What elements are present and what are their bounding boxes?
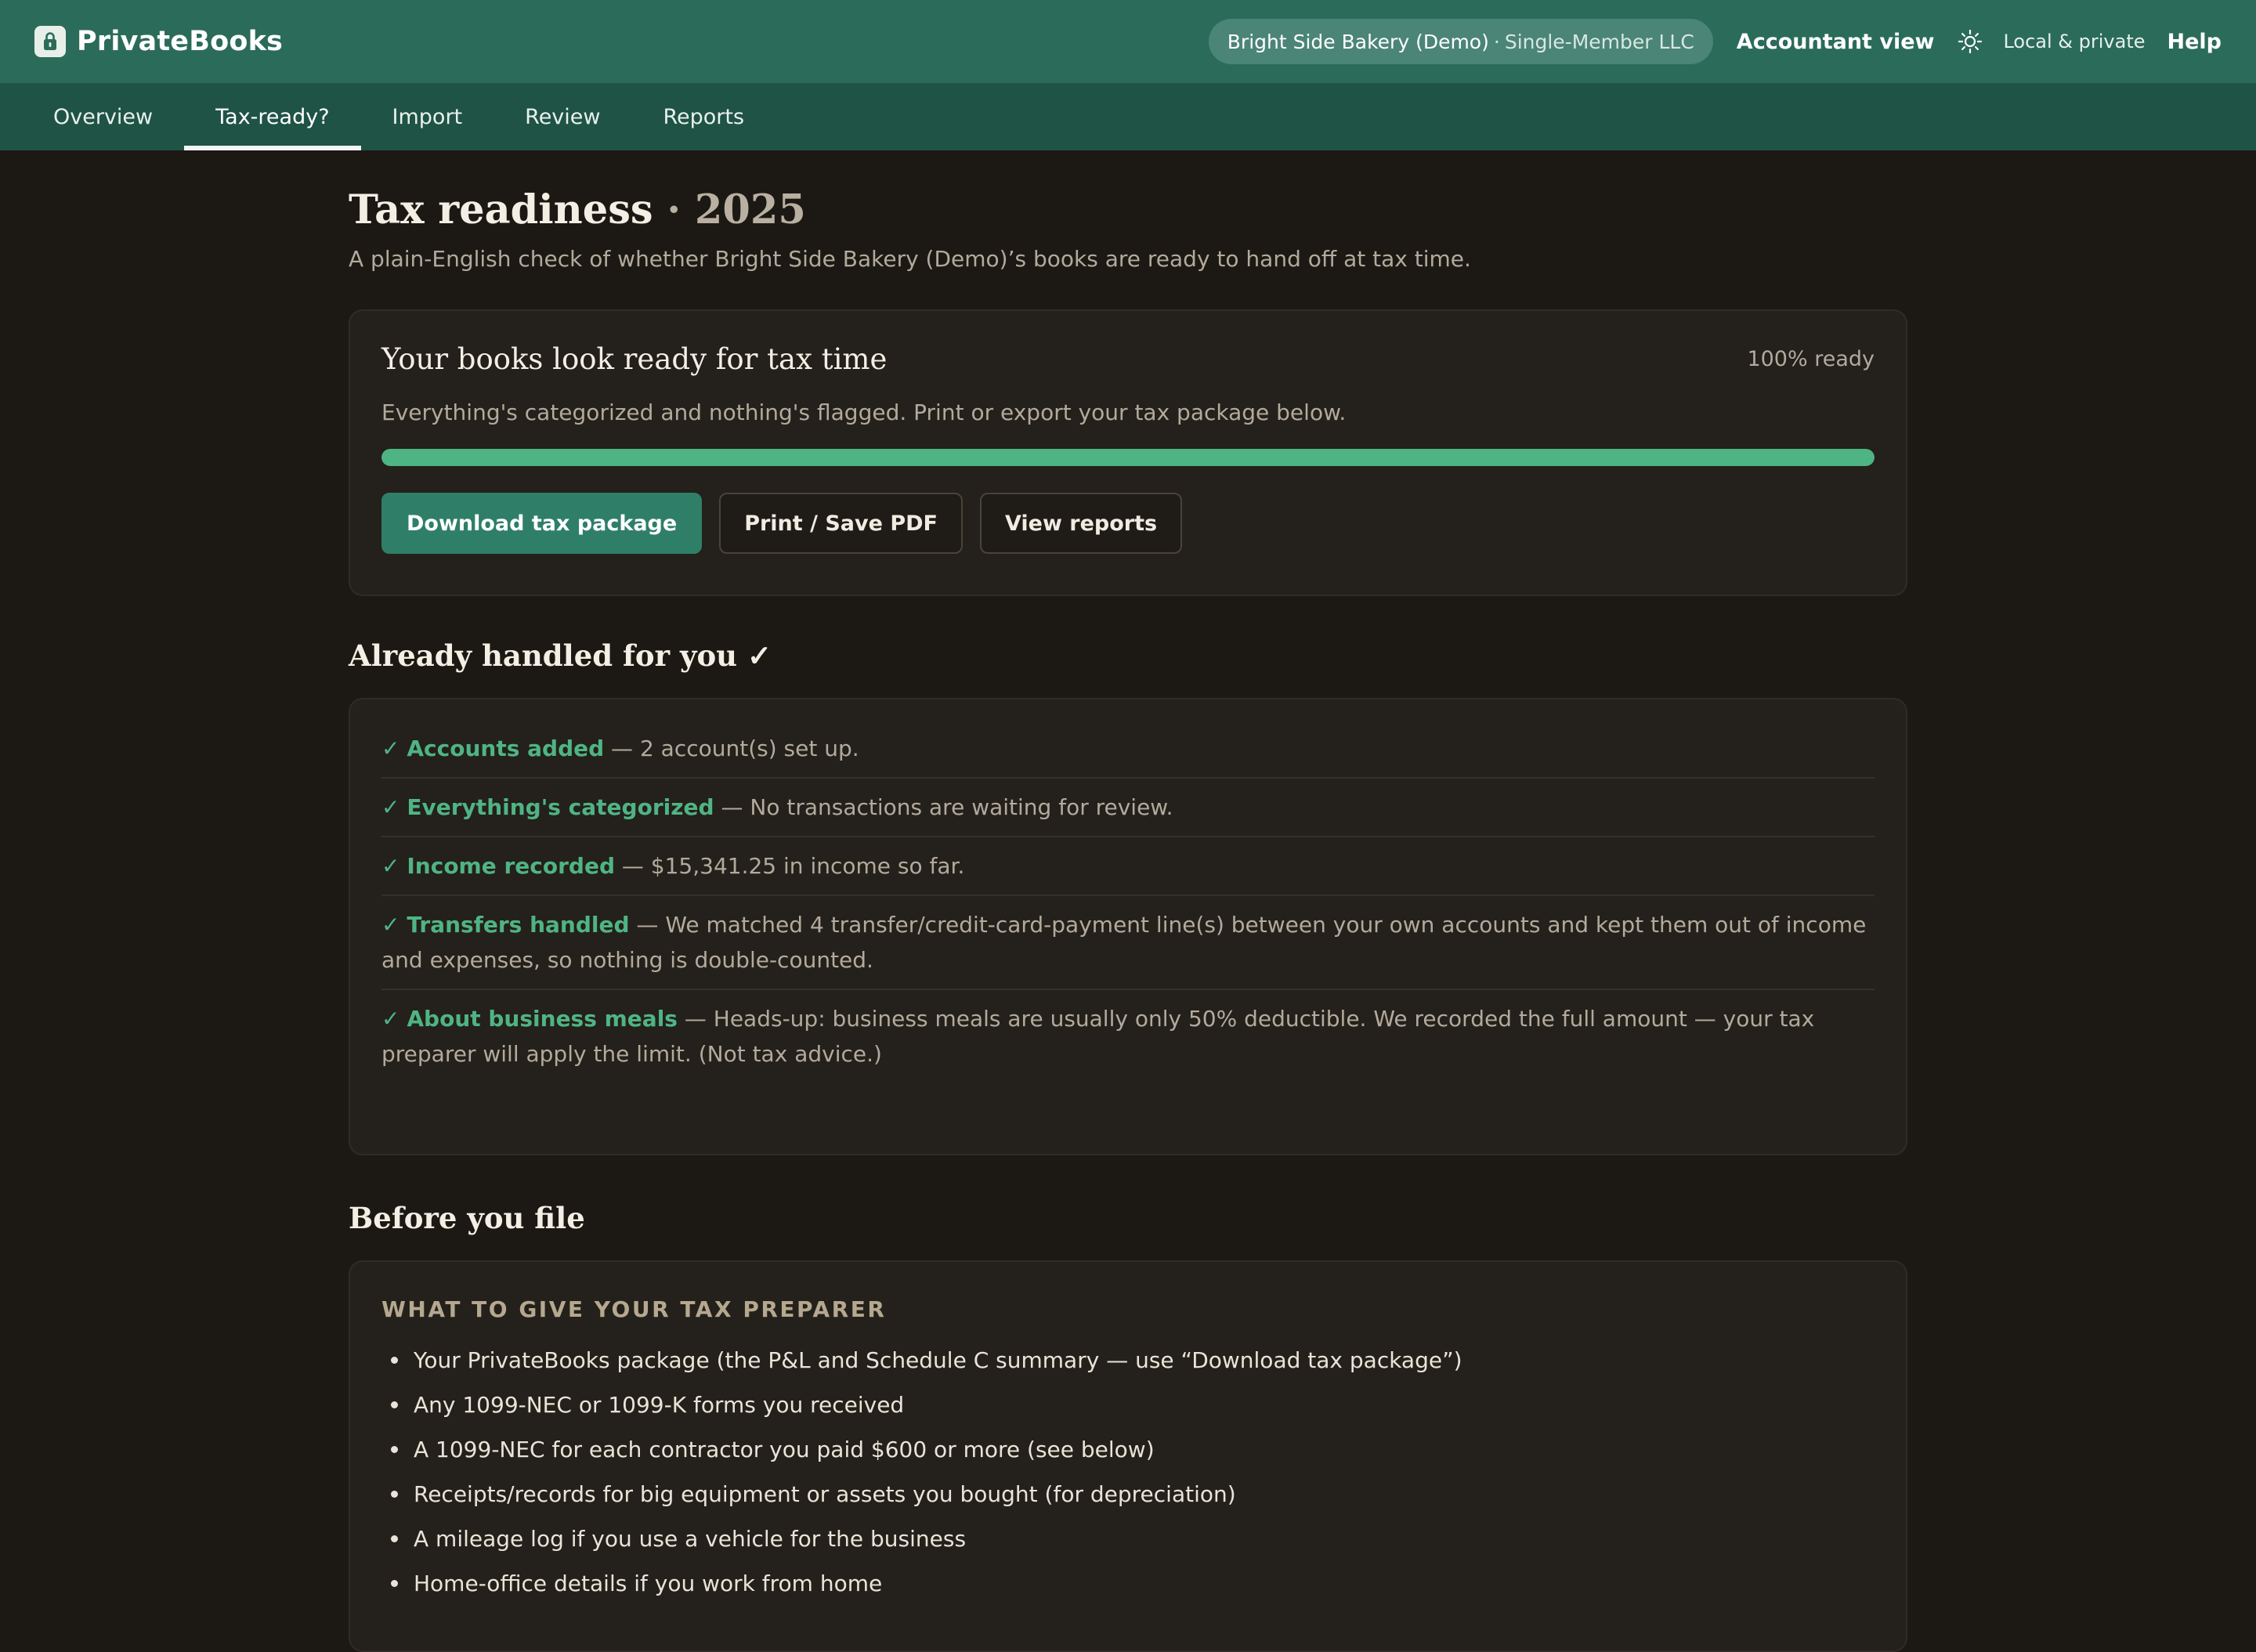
check-item-title: Everything's categorized	[407, 794, 714, 821]
view-reports-button[interactable]: View reports	[979, 493, 1183, 555]
page-title: Tax readiness · 2025	[349, 188, 1907, 232]
readiness-card: Your books look ready for tax time 100% …	[349, 309, 1907, 597]
check-item-text: — $15,341.25 in income so far.	[615, 853, 965, 880]
bullet-icon	[391, 1491, 398, 1498]
readiness-actions: Download tax package Print / Save PDF Vi…	[381, 493, 1875, 555]
business-separator: ·	[1493, 30, 1500, 53]
tab-tax-ready[interactable]: Tax-ready?	[184, 83, 361, 150]
privacy-status: Local & private	[2003, 31, 2146, 52]
bullet-icon	[391, 1401, 398, 1409]
accountant-view-link[interactable]: Accountant view	[1737, 30, 1935, 54]
check-icon: ✓	[381, 912, 400, 938]
brand[interactable]: PrivateBooks	[34, 26, 283, 57]
check-item-title: Accounts added	[407, 736, 605, 762]
before-you-file-heading: Before you file	[349, 1201, 585, 1236]
header-actions: Bright Side Bakery (Demo) · Single-Membe…	[1208, 19, 2222, 64]
check-icon: ✓	[381, 853, 400, 880]
list-item: A 1099-NEC for each contractor you paid …	[381, 1427, 1875, 1472]
list-item: A mileage log if you use a vehicle for t…	[381, 1516, 1875, 1561]
title-separator: ·	[653, 186, 695, 233]
check-item: ✓ Everything's categorized — No transact…	[381, 779, 1875, 838]
bullet-icon	[391, 1357, 398, 1365]
handled-card: ✓ Accounts added — 2 account(s) set up. …	[349, 698, 1907, 1156]
check-item-text: — No transactions are waiting for review…	[714, 794, 1173, 821]
check-icon: ✓	[747, 638, 772, 674]
list-item-text: A 1099-NEC for each contractor you paid …	[414, 1437, 1155, 1463]
list-item-text: Home-office details if you work from hom…	[414, 1571, 883, 1597]
check-item-title: Income recorded	[407, 853, 615, 880]
app-name: PrivateBooks	[77, 26, 284, 57]
help-link[interactable]: Help	[2167, 30, 2222, 54]
readiness-percent: 100% ready	[1747, 347, 1875, 372]
list-item-text: A mileage log if you use a vehicle for t…	[414, 1526, 967, 1553]
check-icon: ✓	[381, 1006, 400, 1032]
check-item-title: Transfers handled	[407, 912, 630, 938]
preparer-checklist-label: WHAT TO GIVE YOUR TAX PREPARER	[381, 1296, 887, 1323]
main-content: Tax readiness · 2025 A plain-English che…	[349, 150, 1907, 1652]
list-item-text: Any 1099-NEC or 1099-K forms you receive…	[414, 1392, 905, 1419]
check-item: ✓ Transfers handled — We matched 4 trans…	[381, 896, 1875, 991]
check-icon: ✓	[381, 794, 400, 821]
page-year: 2025	[694, 186, 806, 233]
tab-review[interactable]: Review	[494, 83, 631, 150]
app-header: PrivateBooks Bright Side Bakery (Demo) ·…	[0, 0, 2256, 83]
check-item: ✓ Accounts added — 2 account(s) set up.	[381, 731, 1875, 779]
list-item: Receipts/records for big equipment or as…	[381, 1472, 1875, 1516]
readiness-header: Your books look ready for tax time 100% …	[381, 342, 1875, 376]
bullet-icon	[391, 1535, 398, 1543]
check-item: ✓ Income recorded — $15,341.25 in income…	[381, 837, 1875, 897]
readiness-description: Everything's categorized and nothing's f…	[381, 399, 1347, 426]
list-item-text: Receipts/records for big equipment or as…	[414, 1481, 1236, 1508]
readiness-title: Your books look ready for tax time	[381, 342, 888, 377]
page-subtitle: A plain-English check of whether Bright …	[349, 246, 1471, 273]
list-item: Any 1099-NEC or 1099-K forms you receive…	[381, 1383, 1875, 1427]
readiness-progress-fill	[381, 449, 1875, 467]
before-you-file-card: WHAT TO GIVE YOUR TAX PREPARER Your Priv…	[349, 1260, 1907, 1652]
bullet-icon	[391, 1446, 398, 1454]
readiness-progress-bar	[381, 449, 1875, 467]
list-item-text: Your PrivateBooks package (the P&L and S…	[414, 1347, 1462, 1374]
print-save-pdf-button[interactable]: Print / Save PDF	[719, 493, 963, 555]
tab-reports[interactable]: Reports	[631, 83, 776, 150]
tab-import[interactable]: Import	[361, 83, 494, 150]
download-tax-package-button[interactable]: Download tax package	[381, 493, 703, 555]
list-item: Home-office details if you work from hom…	[381, 1561, 1875, 1606]
check-icon: ✓	[381, 736, 400, 762]
lock-icon	[34, 26, 66, 57]
sun-icon[interactable]	[1956, 27, 1984, 56]
list-item: Your PrivateBooks package (the P&L and S…	[381, 1338, 1875, 1383]
business-name: Bright Side Bakery (Demo)	[1227, 30, 1489, 53]
page-title-text: Tax readiness	[349, 186, 653, 233]
business-selector[interactable]: Bright Side Bakery (Demo) · Single-Membe…	[1208, 19, 1713, 64]
business-type: Single-Member LLC	[1504, 30, 1694, 53]
check-item-title: About business meals	[407, 1006, 678, 1032]
bullet-icon	[391, 1580, 398, 1588]
main-tabs: Overview Tax-ready? Import Review Report…	[0, 83, 2256, 150]
handled-heading: Already handled for you ✓	[349, 638, 1907, 673]
check-item-text: — 2 account(s) set up.	[604, 736, 859, 762]
preparer-checklist: Your PrivateBooks package (the P&L and S…	[381, 1338, 1875, 1606]
tab-overview[interactable]: Overview	[22, 83, 184, 150]
handled-heading-text: Already handled for you	[349, 638, 738, 674]
check-item: ✓ About business meals — Heads-up: busin…	[381, 990, 1875, 1083]
